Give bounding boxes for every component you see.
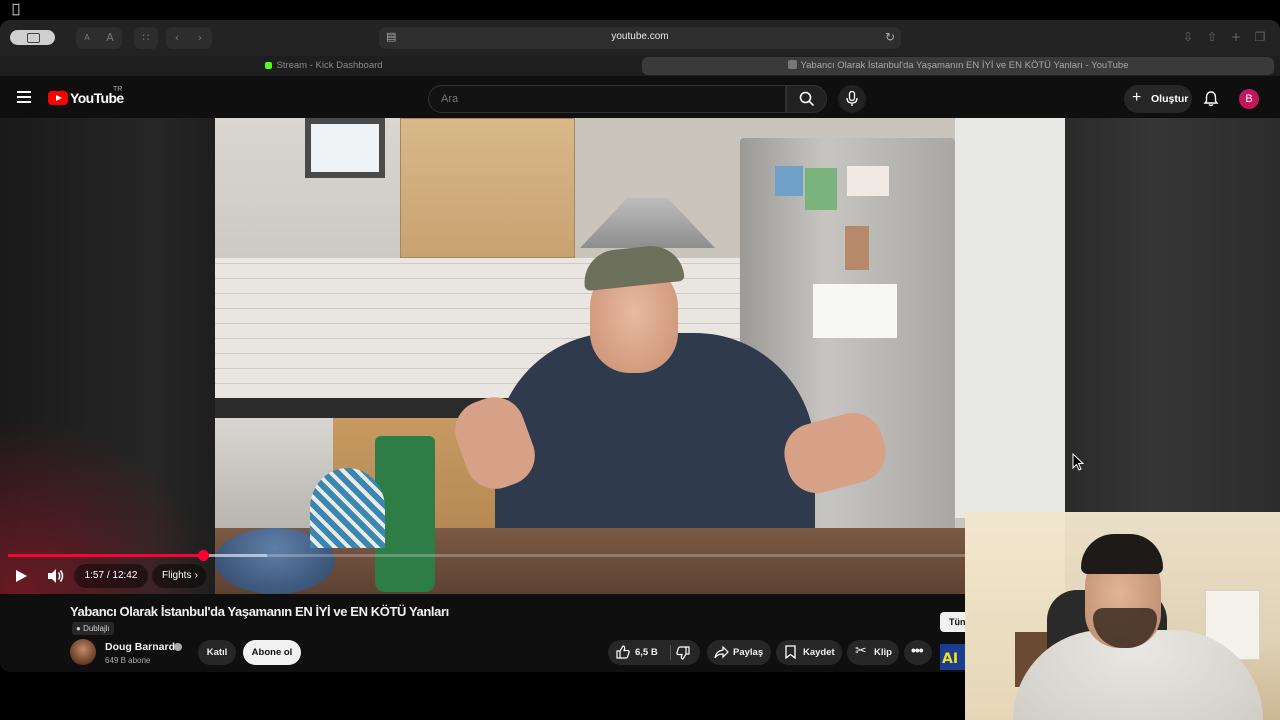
magnet (847, 166, 889, 196)
tab-youtube[interactable]: Yabancı Olarak İstanbul'da Yaşamanın EN … (642, 57, 1274, 75)
reload-icon[interactable]: ↻ (885, 30, 895, 44)
volume-icon[interactable] (47, 568, 65, 584)
progress-played (8, 554, 203, 557)
search-input[interactable] (441, 93, 761, 105)
subscribe-button[interactable]: Abone ol (243, 640, 301, 665)
divider (670, 645, 671, 660)
clip-button[interactable]: ✂ Klip (847, 640, 899, 665)
share-button[interactable]: Paylaş (707, 640, 771, 665)
range-hood (580, 198, 715, 248)
dub-label: Dublajlı (83, 624, 110, 633)
tab-bar: Stream - Kick Dashboard Yabancı Olarak İ… (0, 56, 1280, 76)
join-button[interactable]: Katıl (198, 640, 236, 665)
voice-search-button[interactable] (838, 85, 866, 113)
account-avatar[interactable]: B (1239, 89, 1259, 109)
channel-name[interactable]: Doug Barnard (105, 641, 175, 653)
tab-label: Stream - Kick Dashboard (276, 60, 383, 71)
like-dislike-group: 6,5 B (608, 640, 700, 665)
back-icon[interactable]: ‹ (166, 27, 188, 49)
create-label: Oluştur (1151, 93, 1189, 105)
tab-kick-dashboard[interactable]: Stream - Kick Dashboard (6, 57, 642, 75)
kick-favicon-icon (265, 62, 273, 69)
search-button[interactable] (786, 85, 827, 113)
clip-label: Klip (874, 647, 892, 658)
upper-cabinets (400, 118, 575, 258)
dislike-icon[interactable] (676, 646, 690, 660)
webcam-overlay (965, 512, 1280, 720)
macos-menu-bar:  (0, 0, 1280, 20)
search-icon (799, 91, 815, 107)
forward-icon[interactable]: › (189, 27, 211, 49)
time-display: 1:57 / 12:42 (74, 564, 148, 588)
mouse-cursor-icon (1072, 453, 1084, 471)
nav-group: ‹ › (166, 27, 212, 49)
share-icon[interactable]: ⇧ (1204, 29, 1220, 45)
sidebar-toggle-button[interactable] (10, 30, 55, 45)
youtube-play-icon (48, 91, 68, 105)
play-icon[interactable] (14, 569, 28, 583)
text-larger-button[interactable]: A (99, 27, 121, 49)
menu-icon[interactable] (17, 91, 31, 103)
channel-avatar[interactable] (70, 639, 96, 665)
scissors-icon: ✂ (855, 643, 867, 659)
create-button[interactable]: + Oluştur (1124, 85, 1192, 113)
thumbnail-text: AI (942, 651, 959, 667)
save-label: Kaydet (803, 647, 835, 658)
search-box[interactable] (428, 85, 786, 113)
text-smaller-button[interactable]: A (76, 27, 98, 49)
browser-toolbar: A A ∷ ‹ › ▤ youtube.com ↻ ⇩ ⇧ + ❐ (0, 20, 1280, 56)
like-count[interactable]: 6,5 B (635, 647, 658, 658)
download-icon[interactable]: ⇩ (1180, 29, 1196, 45)
window (305, 118, 385, 178)
new-tab-icon[interactable]: + (1228, 29, 1244, 45)
chair-back (310, 468, 385, 548)
more-actions-button[interactable]: ••• (904, 640, 932, 665)
wall-right (955, 118, 1065, 518)
microphone-icon (846, 91, 858, 106)
url-text: youtube.com (611, 31, 669, 42)
apple-logo-icon[interactable]:  (12, 2, 20, 17)
video-title: Yabancı Olarak İstanbul'da Yaşamanın EN … (70, 604, 449, 619)
video-frame[interactable] (215, 118, 1065, 594)
chapter-label: Flights (162, 570, 192, 581)
verified-icon (174, 643, 182, 651)
address-bar[interactable]: ▤ youtube.com ↻ (379, 27, 901, 49)
subscriber-count: 649 B abone (105, 656, 151, 665)
text-size-group: A A (76, 27, 122, 49)
bookmark-icon (785, 645, 796, 659)
chevron-right-icon: › (194, 570, 198, 581)
tab-overview-icon[interactable]: ∷ (135, 27, 157, 49)
save-button[interactable]: Kaydet (776, 640, 842, 665)
plus-icon: + (1132, 89, 1142, 106)
dubbed-badge: ● Dublajlı (72, 622, 114, 635)
person-icon: ● (76, 624, 81, 633)
tabs-overview-icon[interactable]: ❐ (1252, 29, 1268, 45)
tab-label: Yabancı Olarak İstanbul'da Yaşamanın EN … (800, 60, 1129, 71)
region-code: TR (113, 86, 123, 93)
share-label: Paylaş (733, 647, 764, 658)
recommended-thumbnail[interactable]: AI (940, 644, 966, 670)
chapter-button[interactable]: Flights › (152, 564, 206, 588)
notifications-bell-icon[interactable] (1202, 90, 1220, 108)
share-arrow-icon (714, 646, 729, 659)
like-icon[interactable] (616, 645, 630, 659)
magnet (775, 166, 803, 196)
magnet (845, 226, 869, 270)
more-horizontal-icon: ••• (911, 642, 924, 658)
magnet (805, 168, 837, 210)
fridge-note (813, 284, 897, 338)
webcam-hair (1081, 534, 1163, 574)
progress-scrubber[interactable] (197, 550, 209, 561)
youtube-favicon-icon (787, 60, 797, 69)
grid-group: ∷ (134, 27, 158, 49)
